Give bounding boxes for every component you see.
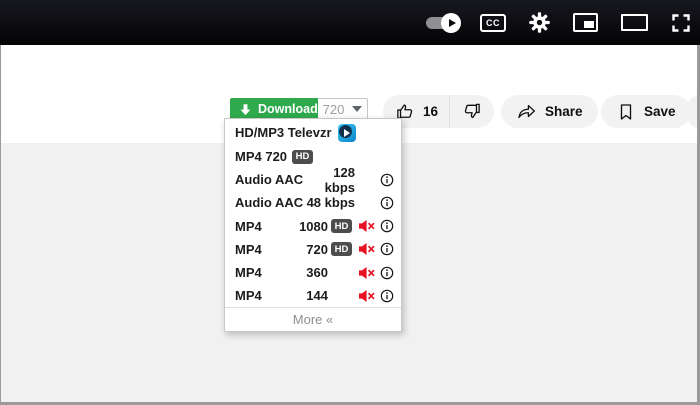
menu-item-audio-48[interactable]: Audio AAC 48 kbps	[225, 191, 401, 214]
menu-item-mp4-144[interactable]: MP4 144	[225, 284, 401, 307]
info-icon[interactable]	[379, 196, 394, 210]
menu-item-value: 48 kbps	[306, 195, 355, 211]
menu-item-label: MP4	[235, 265, 262, 281]
menu-item-value: 1080	[299, 218, 328, 234]
download-format-menu: HD/MP3 Televzr MP4 720 HD Audio AAC 128 …	[224, 118, 402, 333]
miniplayer-icon	[573, 13, 598, 32]
menu-item-mp4-1080[interactable]: MP4 1080 HD	[225, 215, 401, 238]
menu-item-mp4-720[interactable]: MP4 720 HD	[225, 238, 401, 261]
menu-item-mp4-360[interactable]: MP4 360	[225, 261, 401, 284]
televzr-logo-play	[343, 128, 350, 137]
settings-button[interactable]	[529, 12, 550, 33]
menu-more-label: More «	[292, 312, 334, 328]
share-button-label: Share	[545, 104, 583, 119]
fullscreen-icon	[672, 13, 690, 32]
cc-icon: CC	[480, 13, 506, 32]
autoplay-toggle-knob	[441, 12, 461, 33]
muted-audio-icon	[358, 220, 375, 233]
miniplayer-button[interactable]	[573, 13, 598, 32]
autoplay-toggle[interactable]	[426, 12, 461, 33]
like-count: 16	[423, 104, 439, 119]
pill-divider	[449, 95, 451, 128]
menu-item-value: 128 kbps	[324, 164, 355, 195]
menu-item-label: HD/MP3 Televzr	[235, 125, 332, 140]
muted-audio-icon	[358, 289, 375, 302]
theater-mode-icon	[621, 14, 648, 31]
menu-item-value: 144	[306, 288, 328, 304]
menu-item-value: 720	[306, 241, 328, 257]
menu-item-label: MP4	[235, 288, 262, 304]
hd-badge: HD	[331, 219, 352, 234]
hd-badge: HD	[292, 149, 314, 164]
info-icon[interactable]	[379, 173, 394, 187]
player-controls: CC	[426, 0, 691, 45]
info-icon[interactable]	[379, 242, 394, 256]
menu-item-audio-128[interactable]: Audio AAC 128 kbps	[225, 165, 401, 195]
muted-audio-icon	[358, 243, 375, 256]
televzr-logo-icon	[337, 123, 356, 142]
info-icon[interactable]	[379, 219, 394, 233]
chevron-down-icon	[352, 106, 363, 112]
menu-item-label: MP4 720	[235, 149, 288, 165]
page-border-left	[0, 45, 1, 405]
thumbs-down-icon	[464, 103, 480, 119]
theater-mode-button[interactable]	[621, 14, 648, 31]
info-icon[interactable]	[379, 289, 394, 303]
download-button-label: Download	[258, 102, 318, 116]
bookmark-icon	[620, 103, 632, 120]
fullscreen-button[interactable]	[671, 13, 691, 33]
info-icon[interactable]	[379, 266, 394, 280]
download-arrow-icon	[240, 103, 251, 115]
quality-selected-value: 720	[322, 101, 345, 117]
download-control: Download 720	[230, 98, 368, 120]
download-button[interactable]: Download	[230, 98, 318, 120]
menu-item-value: 360	[306, 265, 328, 281]
menu-item-label: MP4	[235, 218, 262, 234]
quality-selector[interactable]: 720	[318, 98, 368, 120]
save-button[interactable]: Save	[601, 95, 691, 128]
menu-item-label: Audio AAC	[235, 195, 304, 211]
play-icon	[448, 18, 456, 27]
share-button[interactable]: Share	[501, 95, 598, 128]
menu-item-televzr[interactable]: HD/MP3 Televzr	[225, 120, 401, 145]
share-icon	[518, 104, 535, 119]
screen: CC Download 720 16 Share Save HD/MP3 Tel…	[0, 0, 700, 405]
gear-icon	[529, 12, 550, 33]
autoplay-toggle-track	[426, 12, 461, 33]
muted-audio-icon	[358, 266, 375, 279]
closed-captions-button[interactable]: CC	[480, 13, 506, 32]
video-player-control-bar: CC	[0, 0, 700, 45]
dislike-button[interactable]	[461, 101, 482, 122]
hd-badge: HD	[331, 242, 352, 257]
menu-more-button[interactable]: More «	[225, 307, 401, 331]
save-button-label: Save	[644, 104, 676, 119]
menu-item-label: MP4	[235, 241, 262, 257]
menu-item-label: Audio AAC	[235, 172, 304, 188]
